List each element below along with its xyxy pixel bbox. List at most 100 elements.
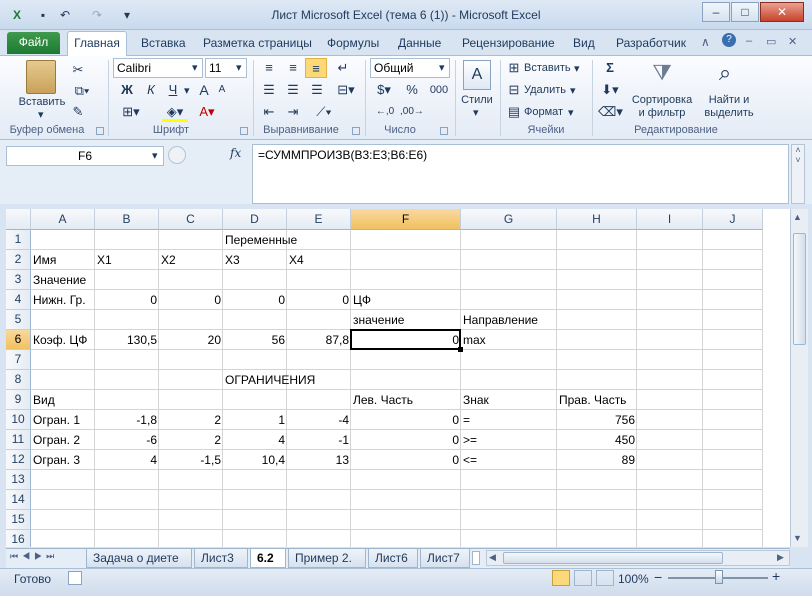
italic-button[interactable]: К <box>142 80 160 100</box>
page-layout-view-icon[interactable] <box>574 570 592 586</box>
column-header-b[interactable]: B <box>95 209 159 230</box>
merge-center-icon[interactable]: ⊟▾ <box>333 80 359 100</box>
row-header-7[interactable]: 7 <box>6 350 31 370</box>
page-break-view-icon[interactable] <box>596 570 614 586</box>
cell-g12[interactable]: <= <box>461 450 479 470</box>
cell-a2[interactable]: Имя <box>31 250 58 270</box>
cell-f9[interactable]: Лев. Часть <box>351 390 415 410</box>
cell-b12[interactable]: 4 <box>95 450 159 470</box>
insert-cells-button[interactable]: Вставить <box>524 62 571 74</box>
cell-f10[interactable]: 0 <box>351 410 461 430</box>
cell-a3[interactable]: Значение <box>31 270 88 290</box>
row-header-1[interactable]: 1 <box>6 230 31 250</box>
alignment-launcher-icon[interactable] <box>352 127 360 135</box>
shrink-font-button[interactable]: A <box>214 80 230 100</box>
cell-a11[interactable]: Огран. 2 <box>31 430 82 450</box>
bold-button[interactable]: Ж <box>118 80 136 100</box>
worksheet-grid[interactable]: A B C D E F G H I J 1 2 3 4 5 6 7 8 9 10 11 12 13 14 15 16 Перемен… <box>6 209 790 547</box>
name-box-dropdown-icon[interactable]: ▾ <box>152 149 158 162</box>
row-header-12[interactable]: 12 <box>6 450 31 470</box>
delete-cells-button[interactable]: Удалить <box>524 84 566 96</box>
cell-b2[interactable]: X1 <box>95 250 114 270</box>
cell-c6[interactable]: 20 <box>159 330 223 350</box>
scroll-left-icon[interactable]: ◀ <box>489 552 496 563</box>
row-header-4[interactable]: 4 <box>6 290 31 310</box>
align-right-icon[interactable]: ☰ <box>307 80 327 100</box>
sheet-tab-1[interactable]: Задача о диете <box>86 549 192 568</box>
align-left-icon[interactable]: ☰ <box>259 80 279 100</box>
column-header-j[interactable]: J <box>703 209 763 230</box>
scroll-up-icon[interactable]: ▲ <box>793 212 802 222</box>
doc-restore-icon[interactable]: ▭ <box>766 35 776 48</box>
tab-file[interactable]: Файл <box>7 32 60 54</box>
cell-d6[interactable]: 56 <box>223 330 287 350</box>
cell-e12[interactable]: 13 <box>287 450 351 470</box>
minimize-button[interactable]: – <box>702 2 730 22</box>
row-header-14[interactable]: 14 <box>6 490 31 510</box>
sort-filter-button[interactable]: Сортировка и фильтр <box>628 94 696 120</box>
styles-dropdown-icon[interactable]: ▾ <box>473 106 479 119</box>
format-cells-button[interactable]: Формат <box>524 106 563 118</box>
tab-data[interactable]: Данные <box>396 35 443 55</box>
fill-icon[interactable]: ⬇▾ <box>598 80 622 100</box>
cell-b10[interactable]: -1,8 <box>95 410 159 430</box>
cell-h11[interactable]: 450 <box>557 430 637 450</box>
cell-g9[interactable]: Знак <box>461 390 491 410</box>
number-format-select[interactable]: Общий <box>370 58 450 78</box>
row-header-16[interactable]: 16 <box>6 530 31 547</box>
clipboard-launcher-icon[interactable] <box>96 127 104 135</box>
column-header-h[interactable]: H <box>557 209 637 230</box>
sheet-nav-icon[interactable]: ⏮◀▶⏭ <box>10 551 58 562</box>
cell-g10[interactable]: = <box>461 410 472 430</box>
cell-d1[interactable]: Переменные <box>223 230 299 250</box>
insert-function-button[interactable]: fx <box>230 146 241 160</box>
name-box[interactable]: F6 <box>6 146 164 166</box>
cell-d12[interactable]: 10,4 <box>223 450 287 470</box>
insert-cells-icon[interactable]: ⊞ <box>506 58 522 78</box>
tab-home[interactable]: Главная <box>67 31 127 56</box>
column-header-i[interactable]: I <box>637 209 703 230</box>
number-format-dropdown-icon[interactable]: ▾ <box>439 61 445 74</box>
column-header-a[interactable]: A <box>31 209 95 230</box>
underline-dropdown-icon[interactable]: ▾ <box>184 84 190 97</box>
cell-c12[interactable]: -1,5 <box>159 450 223 470</box>
sheet-tab-3[interactable]: 6.2 <box>250 549 286 568</box>
tab-split-handle-icon[interactable] <box>472 551 480 565</box>
paste-dropdown-icon[interactable]: ▾ <box>38 108 44 121</box>
sheet-tab-2[interactable]: Лист3 <box>194 549 248 568</box>
cell-d11[interactable]: 4 <box>223 430 287 450</box>
horizontal-scroll-thumb[interactable] <box>503 552 723 564</box>
percent-button[interactable]: % <box>404 80 420 100</box>
row-header-11[interactable]: 11 <box>6 430 31 450</box>
find-select-button[interactable]: Найти и выделить <box>698 94 760 120</box>
font-size-dropdown-icon[interactable]: ▾ <box>236 61 242 74</box>
grow-font-button[interactable]: A <box>196 80 212 100</box>
currency-icon[interactable]: $▾ <box>372 80 396 100</box>
zoom-out-button[interactable]: − <box>654 569 662 585</box>
number-launcher-icon[interactable] <box>440 127 448 135</box>
align-bottom-icon[interactable]: ≡ <box>305 58 327 78</box>
close-button[interactable]: ✕ <box>760 2 804 22</box>
macro-record-icon[interactable] <box>68 571 82 585</box>
cell-b6[interactable]: 130,5 <box>95 330 159 350</box>
cell-g11[interactable]: >= <box>461 430 479 450</box>
cell-e10[interactable]: -4 <box>287 410 351 430</box>
cell-f11[interactable]: 0 <box>351 430 461 450</box>
zoom-slider-thumb[interactable] <box>715 570 723 584</box>
autosum-button[interactable]: Σ <box>598 58 622 78</box>
font-name-select[interactable]: Calibri <box>113 58 203 78</box>
clear-icon[interactable]: ⌫▾ <box>598 102 623 122</box>
row-header-13[interactable]: 13 <box>6 470 31 490</box>
column-header-c[interactable]: C <box>159 209 223 230</box>
row-header-3[interactable]: 3 <box>6 270 31 290</box>
cell-g6[interactable]: max <box>461 330 488 350</box>
cell-d8[interactable]: ОГРАНИЧЕНИЯ <box>223 370 317 390</box>
cell-a9[interactable]: Вид <box>31 390 57 410</box>
column-header-f[interactable]: F <box>351 209 461 230</box>
cell-f4[interactable]: ЦФ <box>351 290 373 310</box>
delete-dropdown-icon[interactable]: ▾ <box>570 84 576 97</box>
row-header-5[interactable]: 5 <box>6 310 31 330</box>
format-dropdown-icon[interactable]: ▾ <box>568 106 574 119</box>
tab-formulas[interactable]: Формулы <box>325 35 381 55</box>
row-header-9[interactable]: 9 <box>6 390 31 410</box>
